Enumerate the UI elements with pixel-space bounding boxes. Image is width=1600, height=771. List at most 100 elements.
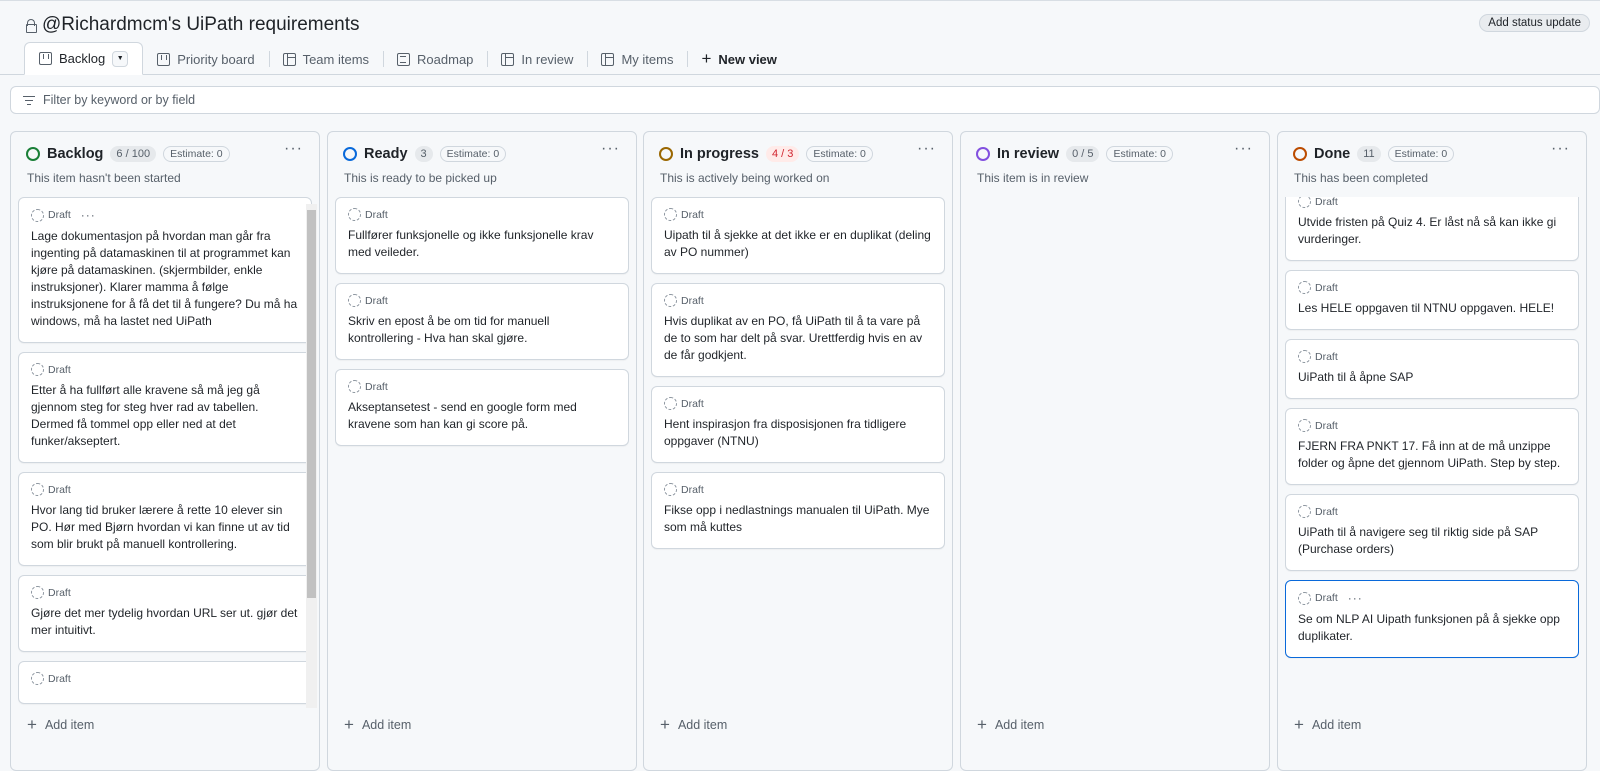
item-count-badge: 3 [414, 146, 433, 162]
column-description: This item is in review [977, 171, 1089, 185]
view-options-dropdown[interactable]: ▼ [112, 50, 129, 67]
board-card[interactable]: Draft UiPath til å åpne SAP [1285, 339, 1579, 399]
column-menu-button[interactable]: ··· [1234, 140, 1253, 158]
column-title: In review [997, 146, 1060, 162]
estimate-badge: Estimate: 0 [439, 146, 507, 162]
card-title: Skriv en epost å be om tid for manuell k… [348, 314, 550, 345]
board-card[interactable]: Draft ··· Lage dokumentasjon på hvordan ma… [18, 197, 312, 343]
plus-icon: + [1294, 715, 1304, 734]
column-in-review: In review 0 / 5 Estimate: 0 ··· This ite… [960, 131, 1270, 771]
board-card[interactable]: Draft Skriv en epost å be om tid for manu… [335, 283, 629, 360]
project-header: @Richardmcm's UiPath requirements Add st… [0, 0, 1600, 75]
new-view-button[interactable]: + New view [687, 43, 790, 75]
draft-icon [348, 294, 361, 307]
board-card[interactable]: Draft FJERN FRA PNKT 17. Få inn at de må … [1285, 408, 1579, 485]
draft-icon [31, 586, 44, 599]
column-title: Ready [364, 146, 408, 162]
board-card[interactable]: Draft [18, 661, 312, 704]
draft-icon [31, 672, 44, 685]
column-description: This item hasn't been started [27, 171, 181, 185]
status-circle-icon [26, 147, 40, 161]
column-header: Ready 3 Estimate: 0 ··· This is ready to… [328, 132, 636, 190]
column-in-progress: In progress 4 / 3 Estimate: 0 ··· This i… [643, 131, 953, 771]
column-ready: Ready 3 Estimate: 0 ··· This is ready to… [327, 131, 637, 771]
draft-label: Draft [1315, 197, 1338, 208]
column-header: Done 11 Estimate: 0 ··· This has been co… [1278, 132, 1586, 190]
card-list: Draft Fullfører funksjonelle og ikke funk… [335, 197, 629, 720]
card-title: Lage dokumentasjon på hvordan man går fr… [31, 229, 298, 328]
draft-icon [664, 294, 677, 307]
column-title: In progress [680, 146, 759, 162]
add-item-button[interactable]: + Add item [977, 715, 1044, 735]
add-item-button[interactable]: + Add item [660, 715, 727, 735]
lock-icon [26, 19, 37, 33]
draft-label: Draft [48, 209, 71, 221]
item-count-badge: 11 [1357, 146, 1381, 162]
tab-my-items[interactable]: My items [587, 43, 687, 75]
card-title: Fikse opp i nedlastnings manualen til Ui… [664, 503, 930, 534]
board-card[interactable]: Draft Hvor lang tid bruker lærere å rette… [18, 472, 312, 566]
board-card[interactable]: Draft Gjøre det mer tydelig hvordan URL s… [18, 575, 312, 652]
column-menu-button[interactable]: ··· [601, 140, 620, 158]
column-description: This is actively being worked on [660, 171, 830, 185]
card-title: Hvor lang tid bruker lærere å rette 10 e… [31, 503, 290, 551]
column-menu-button[interactable]: ··· [284, 140, 303, 158]
card-title: Utvide fristen på Quiz 4. Er låst nå så … [1298, 215, 1557, 246]
draft-icon [348, 380, 361, 393]
item-count-badge: 6 / 100 [110, 146, 157, 162]
table-icon [501, 52, 515, 66]
board-card[interactable]: Draft Utvide fristen på Quiz 4. Er låst n… [1285, 197, 1579, 261]
column-title: Backlog [47, 146, 104, 162]
plus-icon: + [344, 715, 354, 734]
column-menu-button[interactable]: ··· [1551, 140, 1570, 158]
board-card[interactable]: Draft UiPath til å navigere seg til rikti… [1285, 494, 1579, 571]
card-menu-button[interactable]: ··· [81, 208, 96, 222]
table-icon [601, 52, 615, 66]
tab-roadmap[interactable]: Roadmap [383, 43, 487, 75]
add-item-button[interactable]: + Add item [344, 715, 411, 735]
column-header: In progress 4 / 3 Estimate: 0 ··· This i… [644, 132, 952, 190]
tab-team-items[interactable]: Team items [268, 43, 383, 75]
scrollbar-thumb[interactable] [307, 210, 316, 598]
card-title: Akseptansetest - send en google form med… [348, 400, 577, 431]
card-title: Etter å ha fullført alle kravene så må j… [31, 383, 260, 448]
card-list [968, 197, 1262, 720]
board-card[interactable]: Draft Fikse opp i nedlastnings manualen t… [651, 472, 945, 549]
column-menu-button[interactable]: ··· [917, 140, 936, 158]
board-card[interactable]: Draft Les HELE oppgaven til NTNU oppgaven… [1285, 270, 1579, 330]
draft-label: Draft [365, 208, 388, 221]
tab-in-review[interactable]: In review [487, 43, 587, 75]
filter-input[interactable]: Filter by keyword or by field [10, 86, 1600, 114]
plus-icon: + [701, 49, 712, 68]
board-card[interactable]: Draft Hent inspirasjon fra disposisjonen … [651, 386, 945, 463]
card-title: UiPath til å navigere seg til riktig sid… [1298, 525, 1538, 556]
plus-icon: + [977, 715, 987, 734]
column-header: In review 0 / 5 Estimate: 0 ··· This ite… [961, 132, 1269, 190]
board-card[interactable]: Draft Etter å ha fullført alle kravene så… [18, 352, 312, 463]
draft-label: Draft [681, 397, 704, 410]
column-backlog: Backlog 6 / 100 Estimate: 0 ··· This ite… [10, 131, 320, 771]
scrollbar[interactable] [306, 204, 317, 708]
draft-label: Draft [681, 483, 704, 496]
draft-label: Draft [1315, 350, 1338, 363]
add-status-update-button[interactable]: Add status update [1479, 14, 1590, 32]
draft-icon [664, 397, 677, 410]
plus-icon: + [660, 715, 670, 734]
board-card[interactable]: Draft Hvis duplikat av en PO, få UiPath t… [651, 283, 945, 377]
add-item-button[interactable]: + Add item [1294, 715, 1361, 735]
draft-label: Draft [1315, 281, 1338, 294]
board-card[interactable]: Draft ··· Se om NLP AI Uipath funksjonen p… [1285, 580, 1579, 658]
item-count-badge: 4 / 3 [765, 146, 800, 162]
tab-priority-board[interactable]: Priority board [143, 43, 268, 75]
board-card[interactable]: Draft Uipath til å sjekke at det ikke er … [651, 197, 945, 274]
board-card[interactable]: Draft Akseptansetest - send en google for… [335, 369, 629, 446]
project-title: @Richardmcm's UiPath requirements [26, 14, 360, 36]
column-done: Done 11 Estimate: 0 ··· This has been co… [1277, 131, 1587, 771]
column-description: This is ready to be picked up [344, 171, 497, 185]
draft-label: Draft [48, 586, 71, 599]
card-menu-button[interactable]: ··· [1348, 591, 1363, 605]
tab-backlog[interactable]: Backlog ▼ [24, 42, 144, 75]
add-item-button[interactable]: + Add item [27, 715, 94, 735]
board-card[interactable]: Draft Fullfører funksjonelle og ikke funk… [335, 197, 629, 274]
column-title: Done [1314, 146, 1351, 162]
